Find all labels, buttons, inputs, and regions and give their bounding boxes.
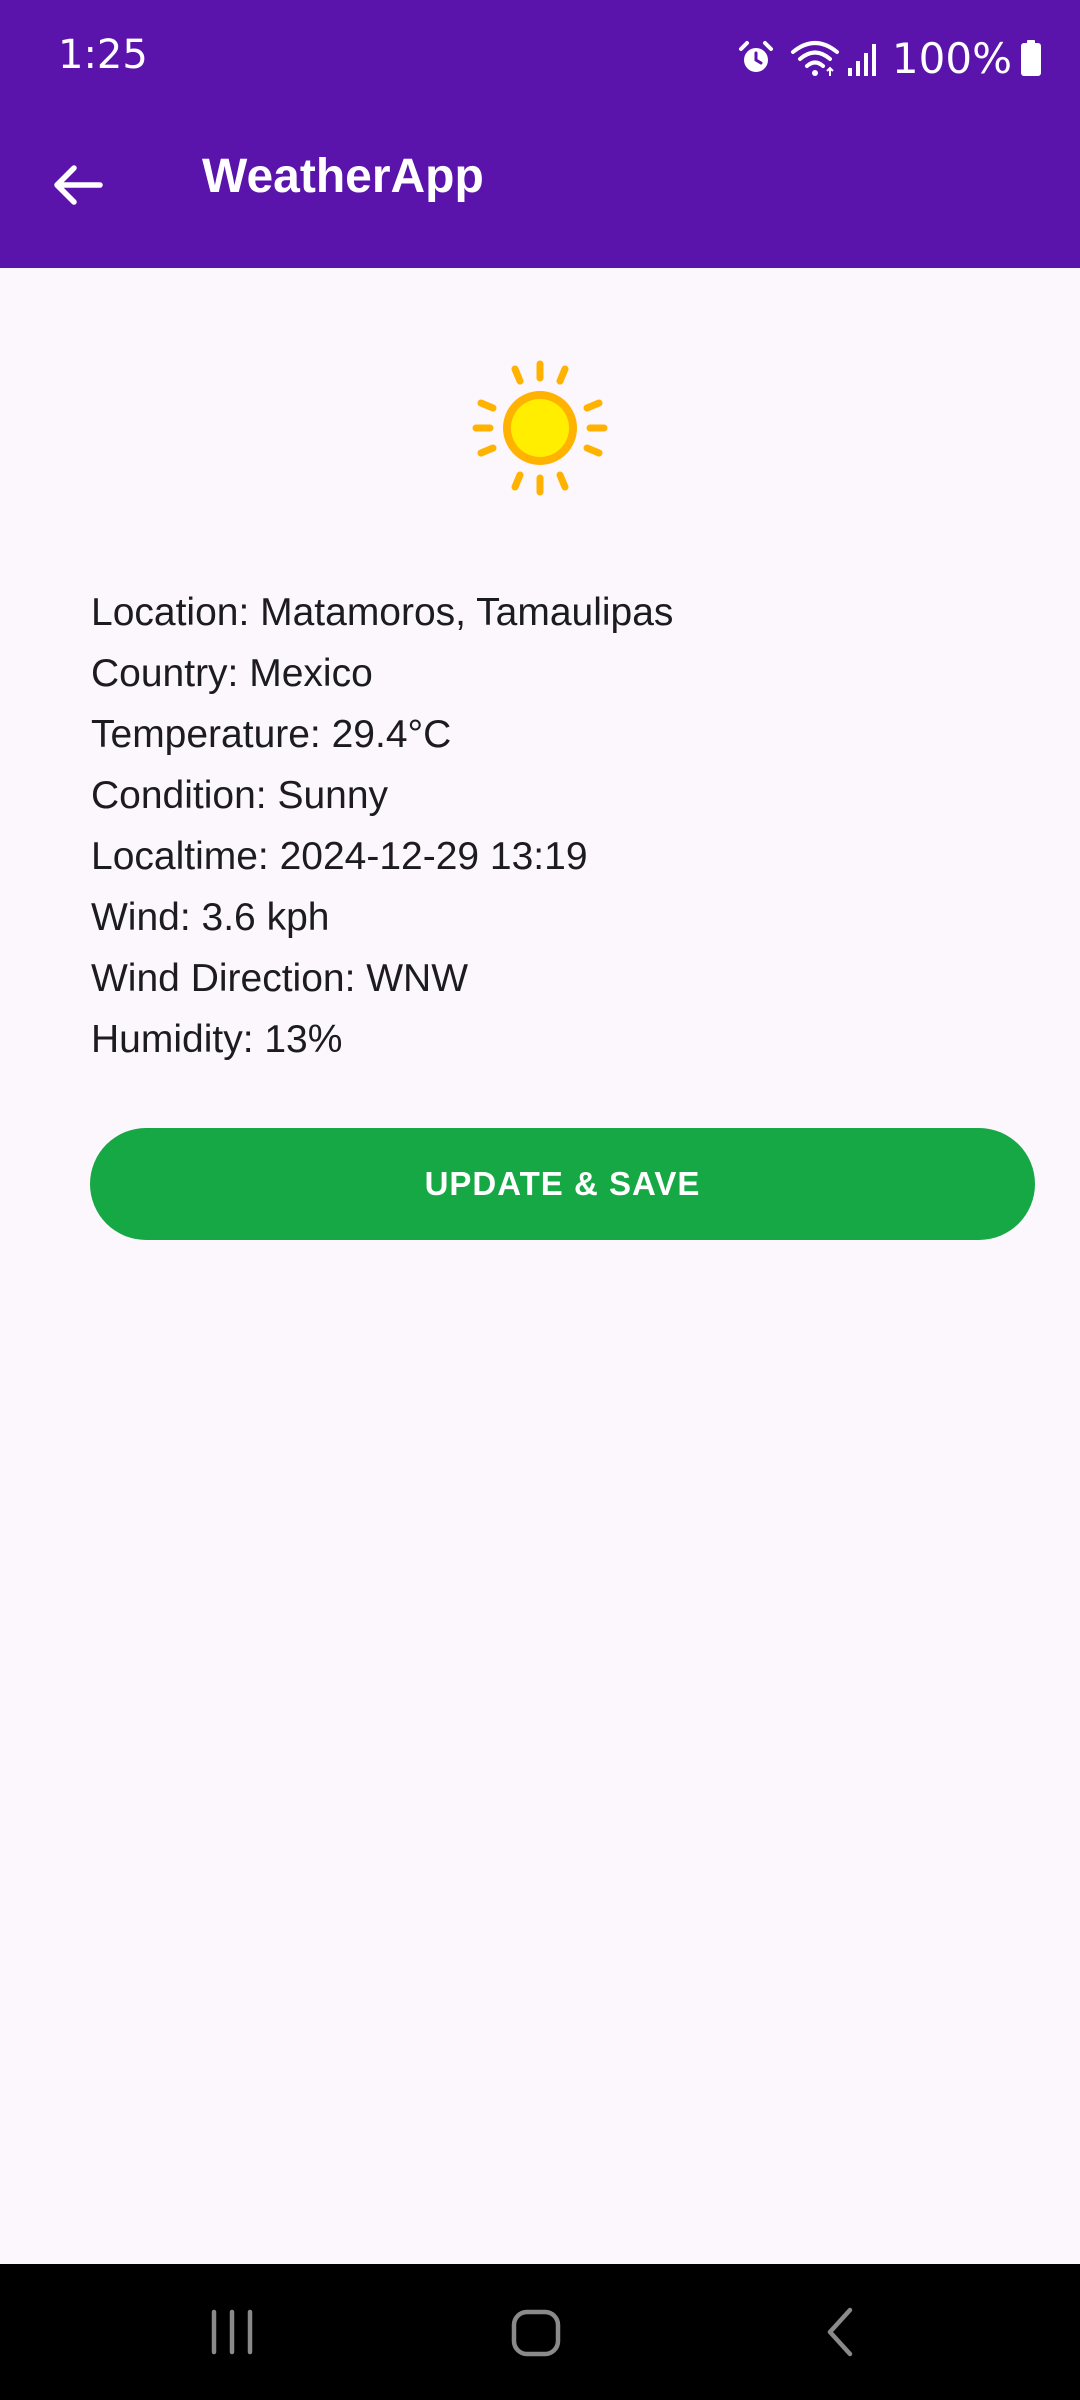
condition-text: Condition: Sunny — [91, 774, 389, 817]
localtime-text: Localtime: 2024-12-29 13:19 — [91, 835, 588, 878]
status-icons: 100% — [736, 30, 1042, 86]
status-bar: 1:25 100% — [0, 0, 1080, 118]
wind-text: Wind: 3.6 kph — [91, 896, 330, 939]
signal-icon — [846, 38, 880, 78]
main-content: Location: Matamoros, Tamaulipas Country:… — [0, 268, 1080, 2264]
sun-icon — [472, 360, 608, 496]
wifi-icon — [790, 38, 840, 78]
app-title: WeatherApp — [202, 150, 484, 203]
system-nav-bar — [0, 2264, 1080, 2400]
location-text: Location: Matamoros, Tamaulipas — [91, 591, 674, 634]
weather-info-list: Location: Matamoros, Tamaulipas Country:… — [91, 582, 673, 1070]
wind-direction-text: Wind Direction: WNW — [91, 957, 469, 1000]
battery-icon — [1020, 38, 1042, 78]
update-save-button[interactable]: UPDATE & SAVE — [90, 1128, 1035, 1240]
recent-apps-icon[interactable] — [192, 2292, 272, 2372]
home-icon[interactable] — [496, 2292, 576, 2372]
battery-percent: 100% — [891, 33, 1012, 83]
app-bar: WeatherApp — [0, 118, 1080, 268]
back-icon[interactable] — [800, 2292, 880, 2372]
temperature-text: Temperature: 29.4°C — [91, 713, 452, 756]
back-button[interactable] — [46, 152, 112, 218]
arrow-back-icon — [46, 165, 112, 222]
alarm-icon — [736, 38, 776, 78]
status-time: 1:25 — [58, 32, 148, 78]
humidity-text: Humidity: 13% — [91, 1018, 343, 1061]
country-text: Country: Mexico — [91, 652, 373, 695]
